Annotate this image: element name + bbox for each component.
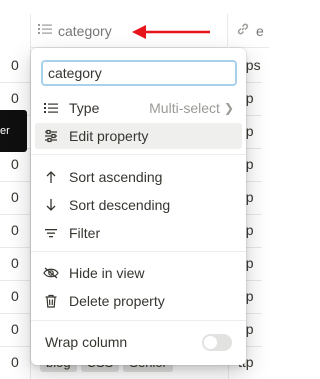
sliders-icon — [43, 128, 59, 144]
property-name-input[interactable] — [41, 60, 237, 86]
menu-item-sort-descending[interactable]: Sort descending — [35, 192, 242, 218]
chevron-right-icon: ❯ — [223, 101, 234, 115]
menu-item-filter[interactable]: Filter — [35, 220, 242, 246]
menu-item-sort-ascending[interactable]: Sort ascending — [35, 164, 242, 190]
column-header-label: category — [58, 22, 112, 39]
table-cell: 0 — [11, 189, 19, 205]
arrow-up-icon — [43, 169, 59, 185]
column-header-label: e — [256, 22, 264, 39]
type-value: Multi-select — [149, 100, 220, 116]
table-cell: 0 — [11, 354, 19, 370]
menu-divider — [31, 320, 246, 321]
menu-item-hide-in-view[interactable]: Hide in view — [35, 260, 242, 286]
table-cell: 0 — [11, 288, 19, 304]
menu-item-label: Wrap column — [45, 334, 128, 350]
annotation-arrow-header — [132, 25, 210, 39]
list-icon — [43, 100, 59, 116]
tooltip-text: er — [0, 125, 10, 137]
menu-item-label: Type — [69, 100, 100, 116]
menu-item-label: Edit property — [69, 128, 149, 144]
arrow-down-icon — [43, 197, 59, 213]
menu-item-wrap-column[interactable]: Wrap column — [35, 329, 242, 355]
column-header-next[interactable]: e — [229, 14, 269, 48]
wrap-column-toggle[interactable] — [202, 333, 232, 351]
menu-item-delete-property[interactable]: Delete property — [35, 288, 242, 314]
table-cell: 0 — [11, 255, 19, 271]
menu-item-type[interactable]: Type Multi-select ❯ — [35, 95, 242, 121]
menu-item-edit-property[interactable]: Edit property — [35, 123, 242, 149]
trash-icon — [43, 293, 59, 309]
menu-divider — [31, 251, 246, 252]
table-cell: 0 — [11, 321, 19, 337]
menu-item-label: Hide in view — [69, 265, 145, 281]
table-cell: 0 — [11, 222, 19, 238]
table-cell: 0 — [11, 57, 19, 73]
filter-icon — [43, 225, 59, 241]
menu-item-label: Sort ascending — [69, 169, 163, 185]
menu-item-label: Delete property — [69, 293, 165, 309]
list-icon — [38, 22, 52, 39]
menu-item-label: Sort descending — [69, 197, 171, 213]
menu-divider — [31, 154, 246, 155]
table-cell: 0 — [11, 156, 19, 172]
property-menu: Type Multi-select ❯ Edit property Sort a… — [31, 48, 246, 365]
tooltip: er — [0, 110, 27, 152]
table-cell: 0 — [11, 90, 19, 106]
link-icon — [236, 22, 250, 39]
eye-slash-icon — [43, 265, 59, 281]
menu-item-label: Filter — [69, 225, 101, 241]
